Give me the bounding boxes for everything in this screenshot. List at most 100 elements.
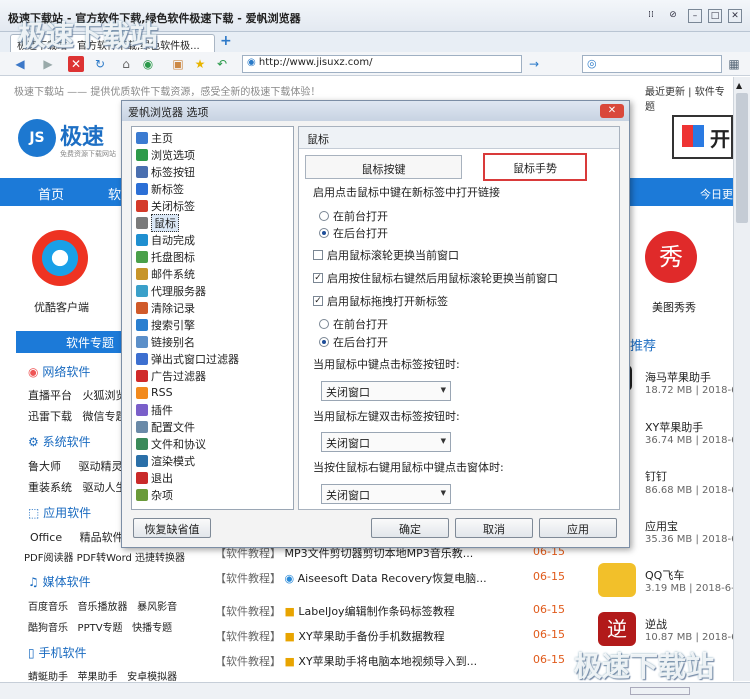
tree-item[interactable]: 代理服务器 [136,282,206,299]
forward-icon[interactable]: ▶ [40,56,56,72]
ok-button[interactable]: 确定 [371,518,449,538]
nav-software[interactable]: 软 [108,184,121,203]
category-link-row[interactable]: PDF阅读器 PDF转Word 迅捷转换器 [24,549,185,564]
search-engine-icon[interactable]: ◎ [587,57,597,70]
category-link-row[interactable]: 迅雷下载 微信专题 [28,408,127,424]
bookmark-icon[interactable]: ▣ [170,56,186,72]
tree-item[interactable]: 杂项 [136,486,173,503]
tree-item[interactable]: 配置文件 [136,418,195,435]
close-icon[interactable]: ✕ [728,9,742,23]
category-link-row[interactable]: 酷狗音乐 PPTV专题 快播专题 [28,619,172,634]
apply-button[interactable]: 应用 [539,518,617,538]
site-logo-text[interactable]: 极速 [60,119,104,151]
tree-item[interactable]: 弹出式窗口过滤器 [136,350,239,367]
banner-ad[interactable]: 开 [672,115,733,159]
article-row[interactable]: 【软件教程】 ■ LabelJoy编辑制作条码标签教程 [215,603,455,619]
tree-item[interactable]: 主页 [136,129,173,146]
category-title[interactable]: ▯ 手机软件 [28,644,86,661]
home-icon[interactable]: ⌂ [118,56,134,72]
app-name[interactable]: 逆战 [645,616,667,632]
dialog-close-button[interactable]: ✕ [600,104,624,118]
checkbox-rightbutton-wheel[interactable]: ✓ 启用按住鼠标右键然后用鼠标滚轮更换当前窗口 [313,270,558,286]
tree-item[interactable]: 标签按钮 [136,163,195,180]
globe-icon[interactable]: ◉ [140,56,156,72]
category-link-row[interactable]: Office 精品软件 [30,529,124,545]
tree-item[interactable]: 搜索引擎 [136,316,195,333]
scroll-up-icon[interactable]: ▲ [736,81,742,90]
tree-item[interactable]: 广告过滤器 [136,367,206,384]
undo-icon[interactable]: ↶ [214,56,230,72]
radio-foreground[interactable]: 在前台打开 [319,208,388,224]
page-toplinks[interactable]: 最近更新 | 软件专题 [645,83,733,113]
category-link-row[interactable]: 重装系统 驱动人生 [28,479,127,495]
tab-mouse-buttons[interactable]: 鼠标按键 [305,155,462,179]
nav-home[interactable]: 首页 [38,184,64,203]
dropdown-right-middle[interactable]: 关闭窗口 [321,484,451,504]
go-icon[interactable]: → [526,56,542,72]
tree-item[interactable]: 插件 [136,401,173,418]
category-link-row[interactable]: 直播平台 火狐浏览 [28,387,127,403]
app-name[interactable]: 海马苹果助手 [645,369,711,385]
grid-icon[interactable]: ⁞⁞ [644,9,658,23]
checkbox-drag-open[interactable]: ✓ 启用鼠标拖拽打开新标签 [313,293,448,309]
category-link-row[interactable]: 蜻蜓助手 苹果助手 安卓模拟器 [28,668,177,683]
tree-item[interactable]: 文件和协议 [136,435,206,452]
minimize-icon[interactable]: – [688,9,702,23]
tab-mouse-gestures[interactable]: 鼠标手势 [483,153,587,181]
app-name[interactable]: 应用宝 [645,518,678,534]
checkbox-wheel-switch[interactable]: 启用鼠标滚轮更换当前窗口 [313,247,459,263]
dropdown-middle-click[interactable]: 关闭窗口 [321,381,451,401]
tree-item[interactable]: 渲染模式 [136,452,195,469]
tree-item[interactable]: 鼠标 [136,213,179,232]
nav-today[interactable]: 今日更 [700,186,733,202]
pin-icon[interactable]: ⊘ [666,9,680,23]
search-input[interactable]: ◎ [582,55,722,73]
article-row[interactable]: 【软件教程】 ◉ Aiseesoft Data Recovery恢复电脑... [215,570,487,586]
youku-icon[interactable] [32,230,88,286]
new-tab-button[interactable]: + [220,33,232,49]
category-title[interactable]: ⬚ 应用软件 [28,504,91,521]
restore-defaults-button[interactable]: 恢复缺省值 [133,518,211,538]
cancel-button[interactable]: 取消 [455,518,533,538]
tree-item[interactable]: 链接别名 [136,333,195,350]
tree-item[interactable]: 退出 [136,469,173,486]
address-bar[interactable]: ◉ http://www.jisuxz.com/ [242,55,522,73]
dialog-titlebar[interactable]: 爱帆浏览器 选项 [122,101,629,121]
meitu-icon[interactable]: 秀 [645,231,697,283]
app-name[interactable]: XY苹果助手 [645,419,703,435]
tree-item[interactable]: 托盘图标 [136,248,195,265]
category-link-row[interactable]: 鲁大师 驱动精灵 [28,458,122,474]
tree-item[interactable]: 新标签 [136,180,184,197]
article-row[interactable]: 【软件教程】 ■ XY苹果助手备份手机数据教程 [215,628,445,644]
site-logo-icon[interactable]: JS [18,119,56,157]
app-name[interactable]: QQ飞车 [645,567,684,583]
radio-background[interactable]: 在后台打开 [319,334,388,350]
stop-icon[interactable]: ✕ [68,56,84,72]
app-name[interactable]: 钉钉 [645,468,667,484]
radio-background[interactable]: 在后台打开 [319,225,388,241]
scroll-thumb[interactable] [736,93,748,223]
category-title[interactable]: ⚙ 系统软件 [28,433,91,450]
maximize-icon[interactable]: □ [708,9,722,23]
tree-item[interactable]: RSS [136,384,173,401]
tree-item[interactable]: 关闭标签 [136,197,195,214]
menu-icon[interactable]: ▦ [726,56,742,72]
category-title[interactable]: ♫ 媒体软件 [28,573,91,590]
category-title[interactable]: ◉ 网络软件 [28,363,90,380]
app-label[interactable]: 优酷客户端 [34,299,89,315]
tree-item[interactable]: 邮件系统 [136,265,195,282]
favorite-icon[interactable]: ★ [192,56,208,72]
article-row[interactable]: 【软件教程】 ■ XY苹果助手将电脑本地视频导入到... [215,653,477,669]
tree-item[interactable]: 清除记录 [136,299,195,316]
radio-foreground[interactable]: 在前台打开 [319,316,388,332]
app-label[interactable]: 美图秀秀 [652,299,696,315]
nizhan-icon[interactable]: 逆 [598,612,636,646]
tree-item[interactable]: 浏览选项 [136,146,195,163]
qqspeed-icon[interactable] [598,563,636,597]
dropdown-double-click[interactable]: 关闭窗口 [321,432,451,452]
category-link-row[interactable]: 百度音乐 音乐播放器 暴风影音 [28,598,177,613]
back-icon[interactable]: ◀ [12,56,28,72]
scrollbar[interactable]: ▲ [733,77,750,681]
tree-item[interactable]: 自动完成 [136,231,195,248]
refresh-icon[interactable]: ↻ [92,56,108,72]
